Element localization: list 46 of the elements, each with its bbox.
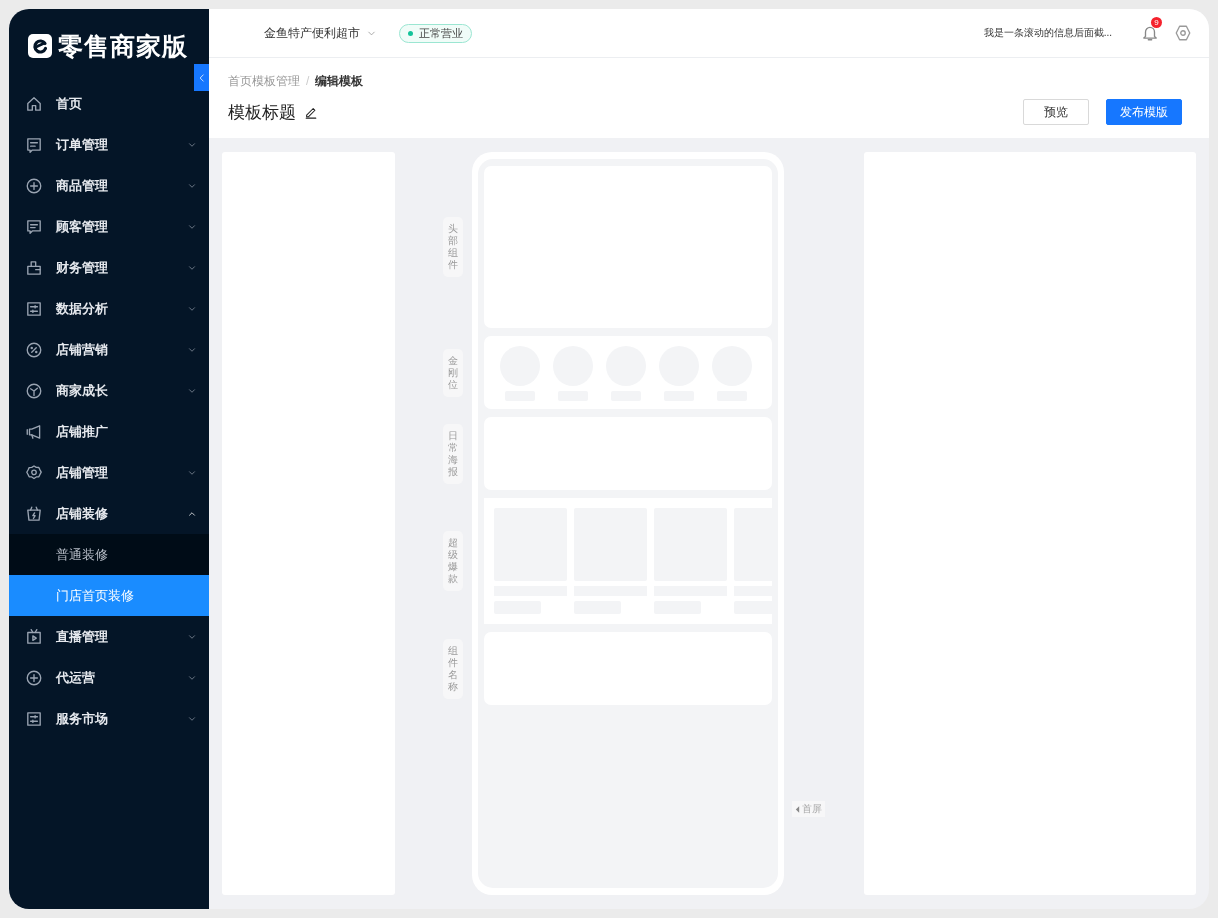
sidebar-item[interactable]: 店铺装修 (9, 493, 209, 534)
submenu-item[interactable]: 普通装修 (9, 534, 209, 575)
edit-title-button[interactable] (304, 105, 318, 119)
sidebar-item[interactable]: 服务市场 (9, 698, 209, 739)
triangle-left-icon (794, 805, 800, 813)
breadcrumb-separator: / (306, 74, 310, 88)
notification-count: 9 (1151, 17, 1162, 28)
logo-icon (28, 34, 52, 58)
sidebar-item[interactable]: 首页 (9, 83, 209, 124)
basket-icon (25, 504, 43, 523)
gear-icon (25, 463, 43, 482)
sliders-icon (25, 709, 43, 728)
logo-text: 零售商家版 (58, 30, 188, 62)
sidebar-item[interactable]: 数据分析 (9, 288, 209, 329)
home-icon (25, 94, 43, 113)
status-badge: 正常营业 (399, 23, 472, 43)
sidebar-item[interactable]: 店铺营销 (9, 329, 209, 370)
sidebar-item[interactable]: 商家成长 (9, 370, 209, 411)
sidebar-item[interactable]: 店铺管理 (9, 452, 209, 493)
status-dot-icon (408, 30, 413, 36)
megaphone-icon (25, 422, 43, 441)
fold-marker: 首屏 (791, 801, 825, 817)
bell-icon (1141, 24, 1159, 42)
percent-circle-icon (25, 340, 43, 359)
sidebar-item[interactable]: 顾客管理 (9, 206, 209, 247)
breadcrumb-link[interactable]: 编辑模板 (315, 72, 364, 90)
preview-button[interactable]: 预览 (1023, 99, 1089, 125)
sidebar-item[interactable]: 店铺推广 (9, 411, 209, 452)
sidebar-item[interactable]: 代运营 (9, 657, 209, 698)
chat-icon (25, 217, 43, 236)
store-selector[interactable]: 金鱼特产便利超市 (264, 24, 377, 42)
settings-button[interactable] (1173, 23, 1193, 43)
publish-button[interactable]: 发布模版 (1106, 99, 1182, 125)
settings-icon (1174, 24, 1192, 42)
notice-text: 我是一条滚动的信息后面截... (983, 26, 1112, 40)
page-title: 模板标题 (228, 101, 296, 124)
sidebar-item[interactable]: 直播管理 (9, 616, 209, 657)
briefcase-icon (25, 258, 43, 277)
plus-circle-icon (25, 668, 43, 687)
edit-icon (304, 105, 318, 119)
plus-circle-icon (25, 176, 43, 195)
sidebar-item[interactable]: 财务管理 (9, 247, 209, 288)
tv-play-icon (25, 627, 43, 646)
sidebar-item[interactable]: 商品管理 (9, 165, 209, 206)
sliders-icon (25, 299, 43, 318)
sidebar-item[interactable]: 订单管理 (9, 124, 209, 165)
